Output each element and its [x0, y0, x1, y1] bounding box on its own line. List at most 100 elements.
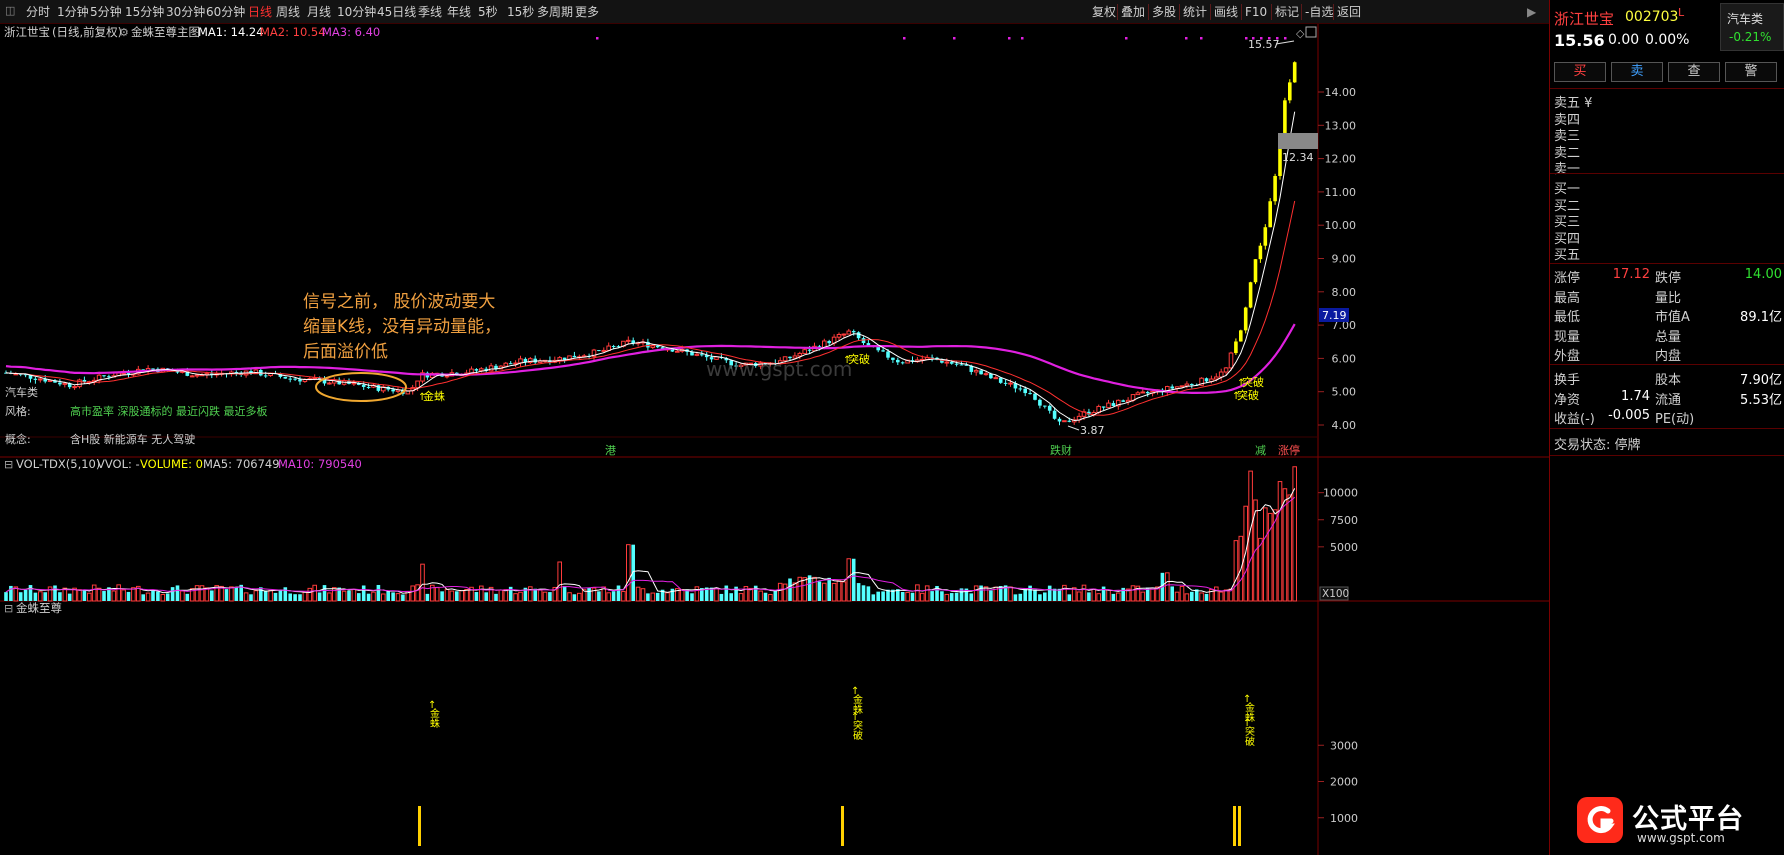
period-16[interactable]: 更多: [575, 3, 599, 21]
period-13[interactable]: 5秒: [478, 3, 498, 21]
tool-3[interactable]: 统计: [1183, 3, 1207, 21]
volume-bar: [210, 590, 214, 601]
candle-body: [1033, 393, 1037, 400]
volume-bar: [283, 587, 288, 601]
tool-4[interactable]: 画线: [1214, 3, 1238, 21]
volume-bar: [924, 585, 930, 602]
volume-bar: [440, 591, 444, 601]
price-tick-label-6: 8.00: [1332, 286, 1357, 299]
candle-body: [415, 380, 420, 389]
volume-bar: [386, 591, 390, 601]
candle-body: [1214, 376, 1219, 380]
tool-6[interactable]: 标记: [1275, 3, 1299, 21]
candle-body: [807, 349, 812, 351]
volume-bar: [278, 589, 283, 601]
buy-button[interactable]: 买: [1554, 62, 1606, 82]
volume-bar: [455, 591, 459, 601]
period-14[interactable]: 15秒: [507, 3, 534, 21]
event-dot: [596, 37, 599, 40]
period-5[interactable]: 60分钟: [206, 3, 245, 21]
candle-body: [488, 365, 494, 372]
query-button[interactable]: 查: [1668, 62, 1720, 82]
diamond-icon[interactable]: ◇: [1296, 27, 1305, 40]
tool-1[interactable]: 叠加: [1121, 3, 1145, 21]
candle-body: [1234, 341, 1238, 354]
volume-bar: [151, 589, 155, 601]
quote-pct: 0.00%: [1645, 32, 1690, 48]
volume-bar: [91, 584, 97, 602]
volume-bar: [876, 591, 880, 601]
candle-body: [391, 389, 395, 392]
period-0[interactable]: 分时: [26, 3, 50, 21]
period-11[interactable]: 季线: [418, 3, 442, 21]
candle-body: [1062, 420, 1067, 423]
volume-bar: [548, 592, 552, 601]
volume-bar: [626, 544, 631, 602]
tool-8[interactable]: 返回: [1337, 3, 1361, 21]
candle-body: [597, 350, 601, 352]
volume-bar: [263, 590, 268, 601]
volume-bar: [1233, 540, 1239, 602]
period-8[interactable]: 月线: [307, 3, 331, 21]
volume-bar: [199, 585, 205, 602]
period-9[interactable]: 10分钟: [337, 3, 376, 21]
tool-5[interactable]: F10: [1245, 3, 1267, 21]
volume-bar: [1043, 592, 1047, 601]
more-arrow-icon[interactable]: ▶: [1527, 3, 1536, 21]
logo-badge: [1577, 797, 1623, 843]
header-ma1: MA1: 14.24: [198, 25, 264, 39]
tool-0[interactable]: 复权: [1092, 3, 1116, 21]
volume-bar: [597, 591, 601, 601]
candle-body: [700, 354, 704, 356]
sell-button[interactable]: 卖: [1611, 62, 1663, 82]
volume-ma5: MA5: 706749: [203, 457, 280, 471]
candle-body: [1239, 330, 1243, 342]
period-2[interactable]: 5分钟: [90, 3, 122, 21]
header-ma3: MA3: 6.40: [322, 25, 380, 39]
period-6[interactable]: 日线: [248, 3, 272, 21]
period-1[interactable]: 1分钟: [57, 3, 89, 21]
signal-tupo-2: 突破: [1242, 375, 1264, 389]
stats-2-v2: 89.1亿: [1740, 310, 1782, 325]
period-10[interactable]: 45日线: [377, 3, 416, 21]
volume-bar: [861, 585, 866, 601]
panel-toggle-icon[interactable]: ◫: [5, 2, 15, 20]
volume-bar: [259, 587, 263, 601]
candle-body: [366, 386, 371, 388]
candle-body: [959, 364, 964, 366]
volume-bar: [537, 589, 543, 602]
candle-body: [1008, 382, 1013, 385]
price-tick-label-9: 5.00: [1332, 386, 1357, 399]
period-15[interactable]: 多周期: [537, 3, 573, 21]
volume-bar: [494, 593, 498, 601]
quote-menu-icon[interactable]: L: [1678, 6, 1684, 19]
period-3[interactable]: 15分钟: [125, 3, 164, 21]
period-7[interactable]: 周线: [276, 3, 300, 21]
candle-body: [1253, 259, 1258, 283]
volume-bar: [670, 588, 675, 601]
event-dot: [1185, 37, 1188, 40]
volume-bar: [102, 591, 106, 601]
header-ma2: MA2: 10.54: [260, 25, 326, 39]
stats-3-k1: 现量: [1554, 329, 1581, 345]
tool-7[interactable]: -自选: [1305, 3, 1333, 21]
header-indicator[interactable]: 金蛛至尊主图: [131, 25, 200, 39]
period-4[interactable]: 30分钟: [166, 3, 205, 21]
volume-bar: [508, 586, 513, 601]
volume-bar: [332, 587, 337, 602]
signal-tupo-3: 突破: [1237, 388, 1259, 402]
volume-bar: [841, 581, 847, 602]
sector-box[interactable]: 汽车类 -0.21%: [1720, 3, 1784, 51]
volume-bar: [973, 585, 979, 602]
tool-2[interactable]: 多股: [1152, 3, 1176, 21]
period-12[interactable]: 年线: [447, 3, 471, 21]
candle-body: [62, 382, 68, 385]
volume-bar: [180, 590, 185, 602]
volume-bar: [1263, 507, 1268, 602]
volume-bar: [768, 593, 773, 602]
volume-bar: [327, 592, 332, 602]
alert-button[interactable]: 警: [1725, 62, 1777, 82]
quote-code: 002703: [1625, 9, 1679, 25]
stats-0-v1: 17.12: [1612, 267, 1650, 282]
volume-bar: [459, 589, 464, 602]
